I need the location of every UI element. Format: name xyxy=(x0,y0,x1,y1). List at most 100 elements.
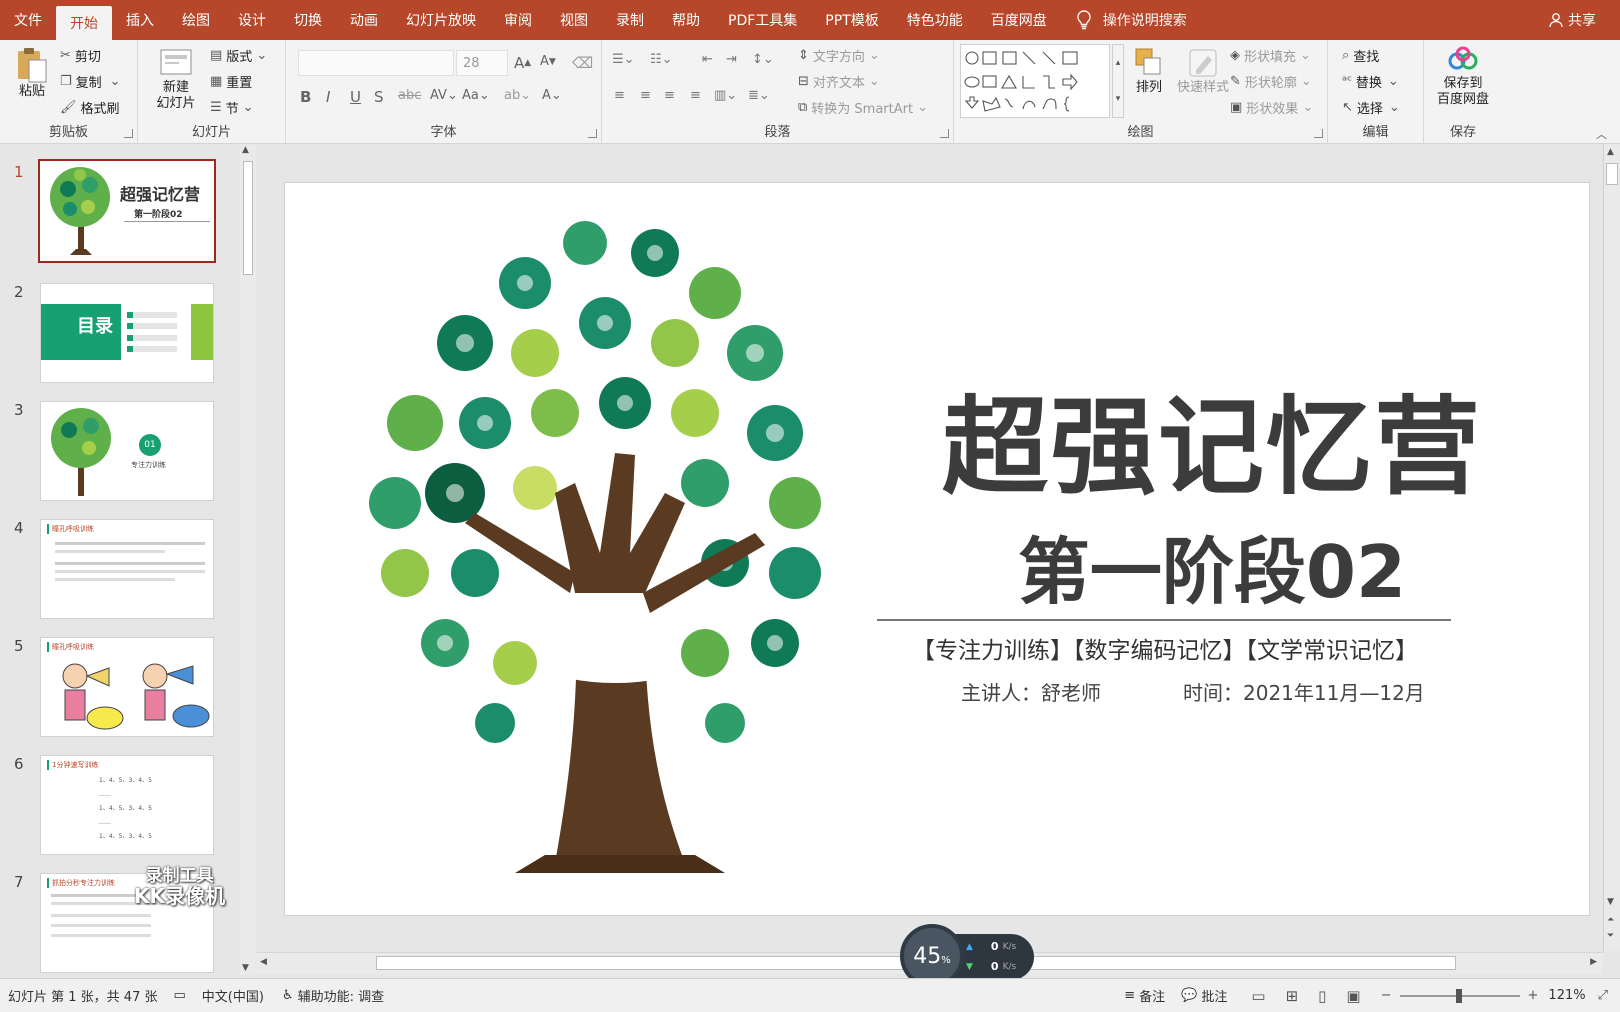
text-direction-button[interactable]: ⇕ 文字方向 ⌄ xyxy=(798,46,880,65)
scroll-down-icon[interactable]: ▼ xyxy=(1607,897,1614,907)
thumbnail-slide-3[interactable]: 3 01 专注力训练 xyxy=(0,401,232,505)
thumbnail-slide-4[interactable]: 4 瞳孔呼吸训练 xyxy=(0,519,232,623)
thumbnail-slide-6[interactable]: 6 1分钟速写训练 1、4、5、3、4、5 …… 1、4、5、3、4、5 …… … xyxy=(0,755,232,859)
underline-icon[interactable]: U xyxy=(350,88,361,106)
tab-ppt-templates[interactable]: PPT模板 xyxy=(811,0,892,40)
decrease-font-icon[interactable]: A ▼ xyxy=(540,54,556,69)
char-spacing-icon[interactable]: AV⌄ xyxy=(430,88,458,103)
quick-styles-button[interactable]: 快速样式 xyxy=(1172,46,1234,96)
text-align-icon[interactable]: ≣⌄ xyxy=(748,88,770,103)
tab-transitions[interactable]: 切换 xyxy=(280,0,336,40)
tab-record[interactable]: 录制 xyxy=(602,0,658,40)
italic-icon[interactable]: I xyxy=(326,88,330,106)
decrease-indent-icon[interactable]: ⇤ xyxy=(702,52,713,67)
font-launcher-icon[interactable] xyxy=(588,129,597,138)
align-center-icon[interactable]: ≡ xyxy=(640,88,651,103)
next-slide-icon[interactable]: ⏷ xyxy=(1607,931,1614,941)
increase-indent-icon[interactable]: ⇥ xyxy=(726,52,737,67)
scroll-down-icon[interactable]: ▼ xyxy=(242,963,249,973)
tab-baidu-netdisk[interactable]: 百度网盘 xyxy=(977,0,1061,40)
main-slide[interactable]: 超强记忆营 第一阶段02 【专注力训练】【数字编码记忆】【文学常识记忆】 主讲人… xyxy=(284,182,1590,916)
paragraph-launcher-icon[interactable] xyxy=(940,129,949,138)
increase-font-icon[interactable]: A ▲ xyxy=(514,54,531,72)
bullets-icon[interactable]: ☰⌄ xyxy=(612,52,635,67)
change-case-icon[interactable]: Aa⌄ xyxy=(462,88,490,103)
shadow-icon[interactable]: S xyxy=(374,88,384,106)
zoom-slider[interactable] xyxy=(1399,988,1520,1003)
select-button[interactable]: ↖ 选择 ⌄ xyxy=(1342,98,1400,117)
collapse-ribbon-icon[interactable]: ︿ xyxy=(1596,126,1607,142)
clipboard-launcher-icon[interactable] xyxy=(124,129,133,138)
save-to-baidu-button[interactable]: 保存到 百度网盘 xyxy=(1430,46,1496,108)
align-text-button[interactable]: ⊟ 对齐文本 ⌄ xyxy=(798,72,880,91)
tab-animations[interactable]: 动画 xyxy=(336,0,392,40)
arrange-button[interactable]: 排列 xyxy=(1126,46,1172,96)
clear-format-icon[interactable]: ⌫ xyxy=(572,54,593,72)
share-button[interactable]: 共享 xyxy=(1548,0,1596,40)
new-slide-button[interactable]: 新建 幻灯片 xyxy=(146,46,206,112)
font-name-input[interactable] xyxy=(298,50,454,76)
slide-topics[interactable]: 【专注力训练】【数字编码记忆】【文学常识记忆】 xyxy=(865,631,1465,665)
columns-icon[interactable]: ▥⌄ xyxy=(714,88,737,103)
shapes-scroll[interactable]: ▴ ▾ xyxy=(1112,44,1124,118)
shape-outline-button[interactable]: ✎ 形状轮廓 ⌄ xyxy=(1230,72,1312,91)
tab-home[interactable]: 开始 xyxy=(56,6,112,40)
comments-button[interactable]: 💬 批注 xyxy=(1181,986,1227,1005)
scrollbar-thumb[interactable] xyxy=(243,161,253,275)
tab-pdf-tools[interactable]: PDF工具集 xyxy=(714,0,811,40)
tab-review[interactable]: 审阅 xyxy=(490,0,546,40)
slide-time[interactable]: 时间：2021年11月—12月 xyxy=(1183,677,1425,706)
reading-view-icon[interactable]: ▯ xyxy=(1318,987,1326,1005)
zoom-slider-thumb[interactable] xyxy=(1455,988,1462,1003)
format-painter-button[interactable]: 🖌 格式刷 xyxy=(60,98,120,117)
scroll-right-icon[interactable]: ▶ xyxy=(1590,957,1597,967)
convert-smartart-button[interactable]: ⧉ 转换为 SmartArt ⌄ xyxy=(798,98,928,117)
tab-design[interactable]: 设计 xyxy=(224,0,280,40)
zoom-level[interactable]: 121% xyxy=(1548,988,1585,1003)
numbering-icon[interactable]: ☷⌄ xyxy=(650,52,673,67)
drawing-launcher-icon[interactable] xyxy=(1314,129,1323,138)
slide-presenter[interactable]: 主讲人：舒老师 xyxy=(961,677,1101,706)
bold-icon[interactable]: B xyxy=(300,88,311,106)
thumbnail-slide-2[interactable]: 2 目录 xyxy=(0,283,232,387)
slide-vertical-scrollbar[interactable]: ▲ ▼ ⏶ ⏷ xyxy=(1603,145,1620,951)
section-button[interactable]: ☰ 节 ⌄ xyxy=(210,98,258,117)
thumbnails-scrollbar[interactable]: ▲ ▼ xyxy=(240,145,256,975)
slideshow-icon[interactable]: ▣ xyxy=(1346,987,1360,1005)
fit-slide-icon[interactable]: ⤢ xyxy=(1598,988,1608,1003)
slide-subtitle[interactable]: 第一阶段02 xyxy=(907,513,1517,618)
slide-sorter-icon[interactable]: ⊞ xyxy=(1286,987,1299,1005)
shapes-gallery[interactable] xyxy=(960,44,1110,118)
font-color-icon[interactable]: A⌄ xyxy=(542,88,562,103)
language-indicator[interactable]: 中文(中国) xyxy=(202,986,264,1005)
scroll-up-icon[interactable]: ▲ xyxy=(242,145,249,155)
previous-slide-icon[interactable]: ⏶ xyxy=(1607,915,1614,925)
align-left-icon[interactable]: ≡ xyxy=(614,88,625,103)
shape-effects-button[interactable]: ▣ 形状效果 ⌄ xyxy=(1230,98,1313,117)
paste-button[interactable]: 粘贴 xyxy=(10,46,54,100)
align-right-icon[interactable]: ≡ xyxy=(664,88,675,103)
tab-file[interactable]: 文件 xyxy=(0,0,56,40)
tab-slideshow[interactable]: 幻灯片放映 xyxy=(392,0,490,40)
tab-draw[interactable]: 绘图 xyxy=(168,0,224,40)
line-spacing-icon[interactable]: ↕⌄ xyxy=(752,52,774,67)
replace-button[interactable]: ᵃᶜ 替换 ⌄ xyxy=(1342,72,1399,91)
tell-me-search[interactable]: 操作说明搜索 xyxy=(1075,10,1187,30)
reset-button[interactable]: ▦ 重置 xyxy=(210,72,252,91)
normal-view-icon[interactable]: ▭ xyxy=(1251,987,1265,1005)
zoom-out-icon[interactable]: − xyxy=(1381,988,1392,1003)
spelling-icon[interactable]: ▭ xyxy=(173,988,185,1003)
accessibility-button[interactable]: ♿ 辅助功能: 调查 xyxy=(282,986,384,1005)
shape-fill-button[interactable]: ◈ 形状填充 ⌄ xyxy=(1230,46,1311,65)
tab-insert[interactable]: 插入 xyxy=(112,0,168,40)
zoom-in-icon[interactable]: + xyxy=(1528,988,1539,1003)
thumbnail-slide-1[interactable]: 1 超强记忆营 第一阶段02 xyxy=(0,159,232,267)
scroll-up-icon[interactable]: ▲ xyxy=(1607,147,1614,157)
tab-special-features[interactable]: 特色功能 xyxy=(893,0,977,40)
cut-button[interactable]: ✂ 剪切 xyxy=(60,46,101,65)
highlight-icon[interactable]: ab⌄ xyxy=(504,88,531,103)
justify-icon[interactable]: ≡ xyxy=(690,88,701,103)
strikethrough-icon[interactable]: abc xyxy=(398,88,421,103)
scrollbar-thumb[interactable] xyxy=(1606,163,1618,185)
font-size-input[interactable]: 28 xyxy=(456,50,508,76)
